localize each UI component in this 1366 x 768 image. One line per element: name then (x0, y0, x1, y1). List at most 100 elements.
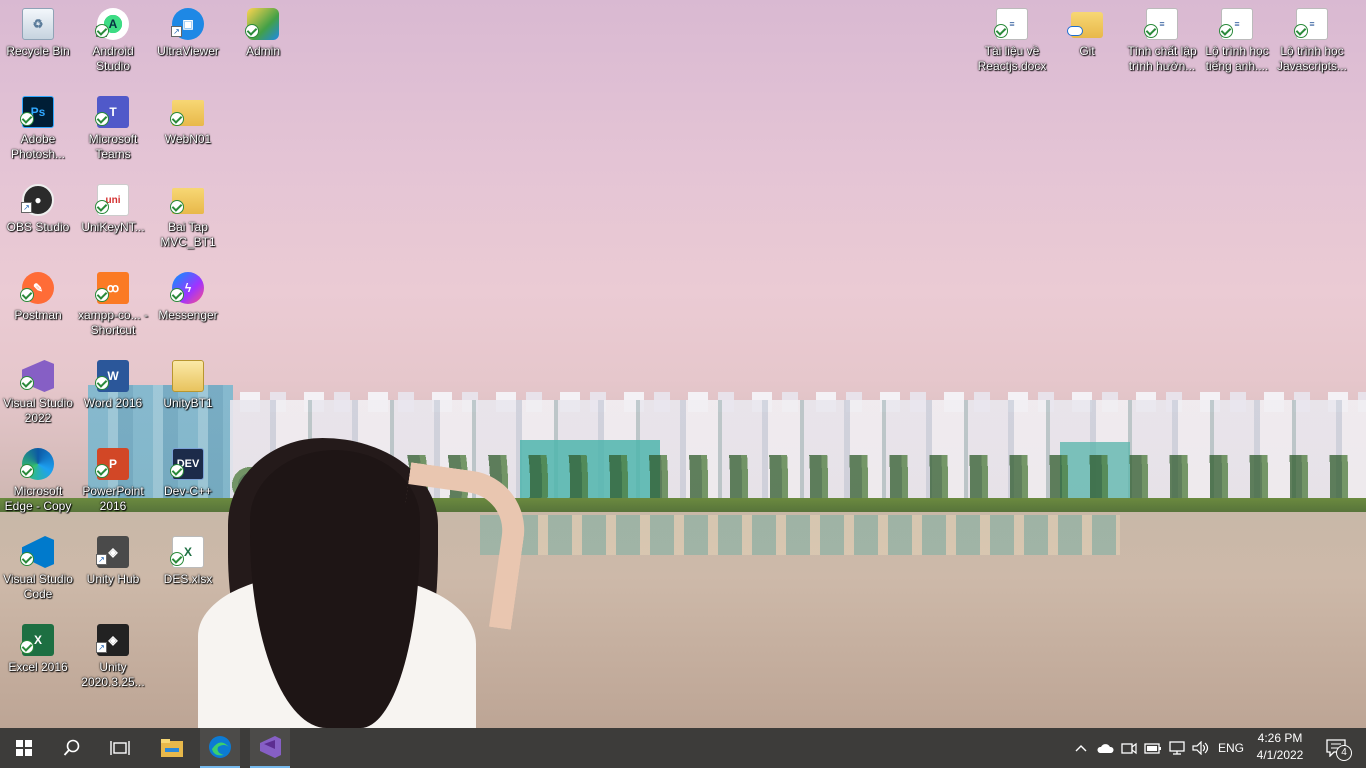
folder-icon (172, 360, 204, 392)
sync-status-check-icon (20, 640, 34, 654)
shortcut-arrow-icon: ↗ (96, 642, 107, 653)
sync-status-check-icon (994, 24, 1008, 38)
desktop-icon-label: Admin (245, 44, 280, 58)
desktop-icon-label: PowerPoint 2016 (82, 484, 144, 513)
desktop-icon[interactable]: X DES.xlsx (150, 530, 226, 616)
network-button[interactable] (1166, 728, 1188, 768)
desktop-icon[interactable]: Ps Adobe Photosh... (0, 90, 76, 176)
desktop-icon[interactable]: W Word 2016 (75, 354, 151, 440)
desktop-icon[interactable]: Git (1049, 2, 1125, 88)
desktop-icon-label: WebN01 (164, 132, 212, 146)
desktop-icon[interactable]: ≡ Tính chất lập trình hướn... (1124, 2, 1200, 88)
desktop-icon[interactable]: ♻ Recycle Bin (0, 2, 76, 88)
desktop-icon[interactable]: WebN01 (150, 90, 226, 176)
sync-status-check-icon (95, 24, 109, 38)
desktop-icon[interactable]: ≡ Tài liệu về Reactjs.docx (974, 2, 1050, 88)
task-view-icon (110, 741, 130, 755)
desktop-icon[interactable]: Admin (225, 2, 301, 88)
speaker-icon (1192, 741, 1209, 755)
desktop-icon[interactable]: Bai Tap MVC_BT1 (150, 178, 226, 264)
desktop-icon[interactable]: ≡ Lộ trình học tiếng anh.... (1199, 2, 1275, 88)
sync-status-check-icon (170, 200, 184, 214)
sync-status-check-icon (1144, 24, 1158, 38)
desktop-icon-label: Microsoft Edge - Copy (4, 484, 72, 513)
desktop-icon-label: Postman (14, 308, 62, 322)
onedrive-button[interactable] (1094, 728, 1116, 768)
desktop-icon-label: Lộ trình học tiếng anh.... (1205, 44, 1269, 73)
desktop-icon[interactable]: ϟ Messenger (150, 266, 226, 352)
desktop-icon-label: Microsoft Teams (88, 132, 138, 161)
volume-button[interactable] (1190, 728, 1212, 768)
desktop-icon[interactable]: ≡ Lộ trình học Javascripts... (1274, 2, 1350, 88)
desktop-icon-label: Tính chất lập trình hướn... (1127, 44, 1197, 73)
desktop-icon[interactable]: ✎ Postman (0, 266, 76, 352)
desktop-icon[interactable]: ◈ ↗ Unity 2020.3.25... (75, 618, 151, 704)
sync-status-check-icon (20, 464, 34, 478)
taskbar-file-explorer[interactable] (148, 728, 196, 768)
sync-status-check-icon (245, 24, 259, 38)
desktop-icon[interactable]: UnityBT1 (150, 354, 226, 440)
sync-status-check-icon (170, 552, 184, 566)
sync-status-check-icon (170, 464, 184, 478)
desktop-icon[interactable]: T Microsoft Teams (75, 90, 151, 176)
meet-now-button[interactable] (1118, 728, 1140, 768)
desktop-icon-label: Visual Studio 2022 (3, 396, 73, 425)
desktop-icon[interactable]: P PowerPoint 2016 (75, 442, 151, 528)
sync-status-check-icon (20, 112, 34, 126)
desktop-icon[interactable]: X Excel 2016 (0, 618, 76, 704)
battery-icon (1144, 743, 1161, 754)
desktop-icon[interactable]: Visual Studio 2022 (0, 354, 76, 440)
shortcut-arrow-icon: ↗ (171, 26, 182, 37)
show-hidden-icons-button[interactable] (1070, 728, 1092, 768)
sync-status-check-icon (20, 288, 34, 302)
desktop-icon[interactable]: ◈ ↗ Unity Hub (75, 530, 151, 616)
desktop-icon[interactable]: ꝏ xampp-co... - Shortcut (75, 266, 151, 352)
taskbar: ENG 4:26 PM 4/1/2022 4 (0, 728, 1366, 768)
task-view-button[interactable] (96, 728, 144, 768)
desktop[interactable]: ♻ Recycle Bin A↗Android Studio▣↗UltraViewe… (0, 0, 1366, 728)
desktop-icon[interactable]: Microsoft Edge - Copy (0, 442, 76, 528)
input-language-button[interactable]: ENG (1214, 728, 1248, 768)
desktop-icon-label: DES.xlsx (163, 572, 213, 586)
desktop-icon-label: UniKeyNT... (81, 220, 145, 234)
desktop-icon-label: Git (1079, 44, 1095, 58)
clock-date: 4/1/2022 (1256, 748, 1304, 762)
sync-status-check-icon (170, 288, 184, 302)
network-icon (1169, 741, 1185, 755)
sync-status-check-icon (95, 464, 109, 478)
desktop-icon-label: Bai Tap MVC_BT1 (160, 220, 216, 249)
desktop-icon-label: Unity 2020.3.25... (81, 660, 145, 689)
desktop-icon-label: Recycle Bin (6, 44, 70, 58)
desktop-icon[interactable]: A↗Android Studio (75, 2, 151, 88)
search-icon (63, 739, 80, 756)
recycle-bin-icon: ♻ (22, 8, 54, 40)
action-center-button[interactable]: 4 (1316, 728, 1356, 768)
shortcut-arrow-icon: ↗ (96, 554, 107, 565)
desktop-icon[interactable]: Visual Studio Code (0, 530, 76, 616)
desktop-icon[interactable]: ▣ ↗ UltraViewer (150, 2, 226, 88)
desktop-icon[interactable]: DEV Dev-C++ (150, 442, 226, 528)
taskbar-edge[interactable] (200, 728, 240, 768)
search-button[interactable] (48, 728, 96, 768)
start-icon (16, 740, 32, 756)
shortcut-arrow-icon: ↗ (21, 202, 32, 213)
cloud-icon (1097, 744, 1114, 753)
desktop-icon-label: Unity Hub (86, 572, 140, 586)
file-explorer-icon (161, 739, 183, 757)
edge-icon (209, 736, 231, 758)
desktop-icon-label: Tài liệu về Reactjs.docx (977, 44, 1047, 73)
desktop-icon[interactable]: uni UniKeyNT... (75, 178, 151, 264)
sync-status-check-icon (1219, 24, 1233, 38)
taskbar-visual-studio[interactable] (250, 728, 290, 768)
battery-button[interactable] (1142, 728, 1164, 768)
sync-status-check-icon (1294, 24, 1308, 38)
desktop-icon[interactable]: ● ↗ OBS Studio (0, 178, 76, 264)
camera-icon (1121, 742, 1137, 755)
sync-status-cloud-icon (1067, 26, 1083, 36)
desktop-icon-label: OBS Studio (6, 220, 70, 234)
clock-button[interactable]: 4:26 PM 4/1/2022 (1250, 730, 1310, 766)
sync-status-check-icon (95, 288, 109, 302)
desktop-icon-label: Messenger (158, 308, 218, 322)
input-language-label: ENG (1217, 741, 1244, 755)
start-button[interactable] (0, 728, 48, 768)
